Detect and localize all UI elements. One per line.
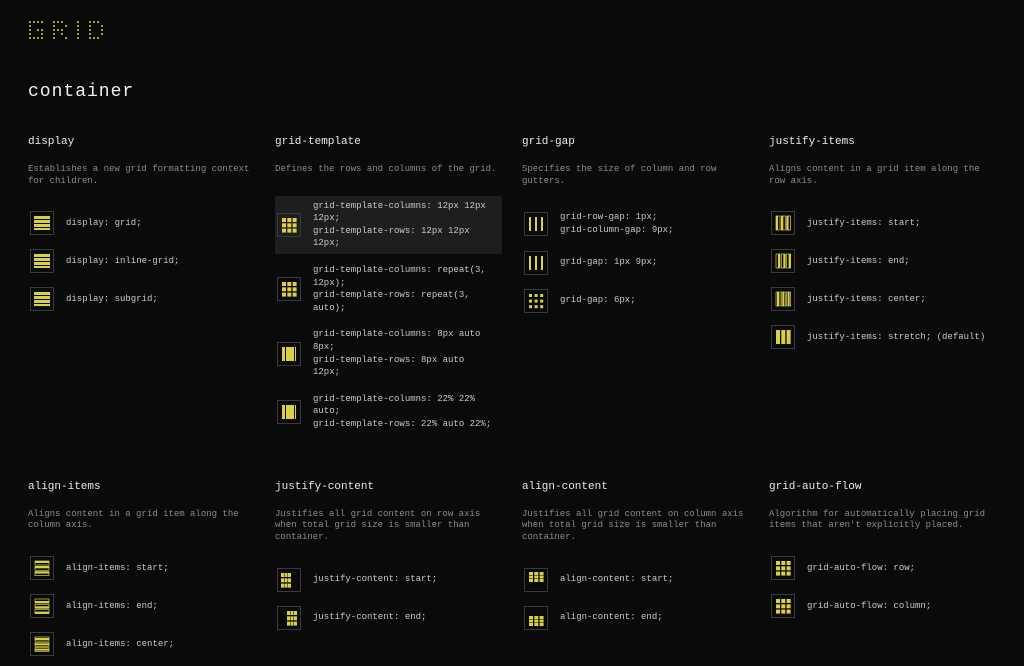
- item-code: justify-content: start;: [313, 573, 437, 586]
- list-item[interactable]: display: subgrid;: [28, 283, 255, 315]
- list-item[interactable]: grid-template-columns: 22% 22% auto; gri…: [275, 389, 502, 435]
- ai-start-icon: [30, 556, 54, 580]
- section-display: display Establishes a new grid formatting…: [28, 136, 255, 441]
- grid-uneven-cols-icon: [277, 400, 301, 424]
- rows-4-icon: [30, 249, 54, 273]
- jc-start-icon: [277, 568, 301, 592]
- item-code: align-items: center;: [66, 638, 174, 651]
- section-title: grid-template: [275, 136, 502, 148]
- item-code: align-content: end;: [560, 611, 663, 624]
- list-item[interactable]: align-items: start;: [28, 552, 255, 584]
- grid-3x3-icon: [771, 594, 795, 618]
- section-title: align-content: [522, 481, 749, 493]
- item-code: display: inline-grid;: [66, 255, 179, 268]
- list-item[interactable]: justify-content: start;: [275, 564, 502, 596]
- list-item[interactable]: grid-auto-flow: row;: [769, 552, 996, 584]
- list-item[interactable]: align-content: start;: [522, 564, 749, 596]
- section-justify-items: justify-items Aligns content in a grid it…: [769, 136, 996, 441]
- list-item[interactable]: grid-row-gap: 1px; grid-column-gap: 9px;: [522, 207, 749, 240]
- item-code: grid-auto-flow: row;: [807, 562, 915, 575]
- section-desc: Specifies the size of column and row gut…: [522, 164, 749, 187]
- item-code: grid-gap: 1px 9px;: [560, 256, 657, 269]
- item-code: align-items: end;: [66, 600, 158, 613]
- ji-stretch-icon: [771, 325, 795, 349]
- grid-3x3-icon: [771, 556, 795, 580]
- list-item[interactable]: justify-items: center;: [769, 283, 996, 315]
- section-desc: Algorithm for automatically placing grid…: [769, 509, 996, 532]
- section-desc: Aligns content in a grid item along the …: [769, 164, 996, 187]
- section-desc: Establishes a new grid formatting contex…: [28, 164, 255, 187]
- section-title: grid-gap: [522, 136, 749, 148]
- section-title: justify-content: [275, 481, 502, 493]
- item-code: align-content: start;: [560, 573, 673, 586]
- item-code: display: subgrid;: [66, 293, 158, 306]
- list-item[interactable]: grid-template-columns: 8px auto 8px; gri…: [275, 324, 502, 382]
- grid-uneven-cols-icon: [277, 342, 301, 366]
- list-item[interactable]: display: inline-grid;: [28, 245, 255, 277]
- item-code: justify-content: end;: [313, 611, 426, 624]
- section-align-items: align-items Aligns content in a grid item…: [28, 481, 255, 666]
- ac-end-icon: [524, 606, 548, 630]
- section-desc: Defines the rows and columns of the grid…: [275, 164, 502, 176]
- rows-4-icon: [30, 287, 54, 311]
- page-title: container: [28, 82, 996, 102]
- item-code: grid-template-columns: repeat(3, 12px); …: [313, 264, 496, 314]
- item-code: grid-template-columns: 8px auto 8px; gri…: [313, 328, 496, 378]
- item-code: grid-auto-flow: column;: [807, 600, 931, 613]
- ai-end-icon: [30, 594, 54, 618]
- ai-center-icon: [30, 632, 54, 656]
- list-item[interactable]: justify-items: end;: [769, 245, 996, 277]
- list-item[interactable]: align-content: end;: [522, 602, 749, 634]
- list-item[interactable]: justify-items: start;: [769, 207, 996, 239]
- ji-end-icon: [771, 249, 795, 273]
- item-code: justify-items: end;: [807, 255, 910, 268]
- ac-start-icon: [524, 568, 548, 592]
- gap-both-icon: [524, 289, 548, 313]
- list-item[interactable]: align-items: end;: [28, 590, 255, 622]
- logo-grid: [28, 20, 996, 42]
- list-item[interactable]: justify-items: stretch; (default): [769, 321, 996, 353]
- section-justify-content: justify-content Justifies all grid conten…: [275, 481, 502, 666]
- list-item[interactable]: justify-content: end;: [275, 602, 502, 634]
- rows-4-icon: [30, 211, 54, 235]
- grid-3x3-icon: [277, 277, 301, 301]
- item-code: display: grid;: [66, 217, 142, 230]
- section-grid-gap: grid-gap Specifies the size of column and…: [522, 136, 749, 441]
- list-item[interactable]: grid-auto-flow: column;: [769, 590, 996, 622]
- item-code: grid-gap: 6px;: [560, 294, 636, 307]
- section-title: align-items: [28, 481, 255, 493]
- grid-3x3-icon: [277, 213, 301, 237]
- item-code: justify-items: start;: [807, 217, 920, 230]
- list-item[interactable]: grid-template-columns: repeat(3, 12px); …: [275, 260, 502, 318]
- section-title: grid-auto-flow: [769, 481, 996, 493]
- list-item[interactable]: grid-template-columns: 12px 12px 12px; g…: [275, 196, 502, 254]
- item-code: justify-items: center;: [807, 293, 926, 306]
- gap-col-icon: [524, 251, 548, 275]
- section-desc: Justifies all grid content on column axi…: [522, 509, 749, 544]
- item-code: grid-template-columns: 22% 22% auto; gri…: [313, 393, 496, 431]
- list-item[interactable]: grid-gap: 6px;: [522, 285, 749, 317]
- item-code: grid-row-gap: 1px; grid-column-gap: 9px;: [560, 211, 673, 236]
- section-grid-auto-flow: grid-auto-flow Algorithm for automaticall…: [769, 481, 996, 666]
- item-code: align-items: start;: [66, 562, 169, 575]
- list-item[interactable]: display: grid;: [28, 207, 255, 239]
- section-title: justify-items: [769, 136, 996, 148]
- item-code: grid-template-columns: 12px 12px 12px; g…: [313, 200, 496, 250]
- section-title: display: [28, 136, 255, 148]
- gap-row-icon: [524, 212, 548, 236]
- section-desc: Aligns content in a grid item along the …: [28, 509, 255, 532]
- ji-start-icon: [771, 211, 795, 235]
- list-item[interactable]: grid-gap: 1px 9px;: [522, 247, 749, 279]
- item-code: justify-items: stretch; (default): [807, 331, 985, 344]
- section-align-content: align-content Justifies all grid content …: [522, 481, 749, 666]
- jc-end-icon: [277, 606, 301, 630]
- section-grid-template: grid-template Defines the rows and column…: [275, 136, 502, 441]
- section-desc: Justifies all grid content on row axis w…: [275, 509, 502, 544]
- list-item[interactable]: align-items: center;: [28, 628, 255, 660]
- ji-center-icon: [771, 287, 795, 311]
